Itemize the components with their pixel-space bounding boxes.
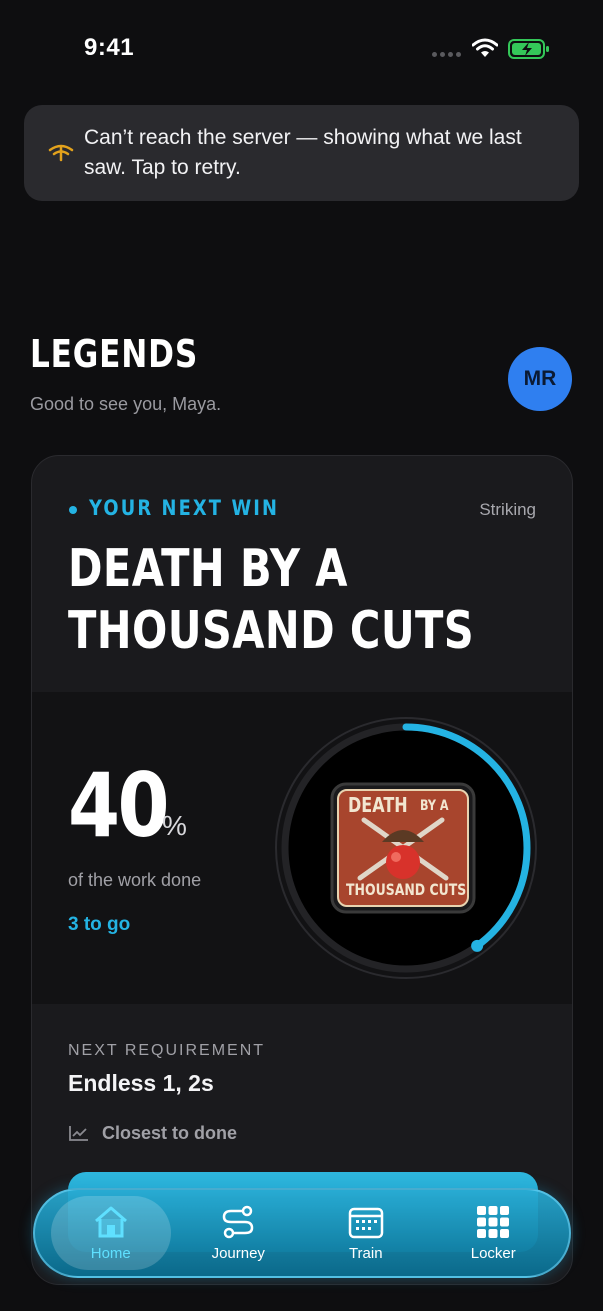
progress-section: 40 % of the work done 3 to go bbox=[32, 692, 572, 1004]
requirement-value: Endless 1, 2s bbox=[68, 1070, 214, 1096]
next-win-card[interactable]: YOUR NEXT WIN Striking DEATH BY A THOUSA… bbox=[31, 455, 573, 1285]
tab-journey-label: Journey bbox=[211, 1244, 265, 1262]
tab-locker-label: Locker bbox=[470, 1244, 516, 1262]
goal-title: DEATH BY A THOUSAND CUTS bbox=[68, 539, 475, 661]
greeting-text: Good to see you, Maya. bbox=[30, 394, 222, 414]
cellular-signal-icon bbox=[432, 52, 462, 57]
requirement-label: NEXT REQUIREMENT bbox=[68, 1042, 266, 1059]
badge-bottom-text: THOUSAND CUTS bbox=[346, 880, 467, 899]
avatar[interactable]: MR bbox=[508, 347, 572, 411]
badge-by-text: BY A bbox=[420, 798, 449, 814]
status-time: 9:41 bbox=[84, 34, 135, 61]
battery-charging-icon bbox=[508, 39, 549, 59]
grid-icon bbox=[477, 1205, 510, 1238]
tab-journey[interactable]: Journey bbox=[178, 1196, 298, 1270]
wifi-icon bbox=[472, 38, 498, 57]
progress-percent: 40 bbox=[68, 754, 170, 857]
tab-home[interactable]: Home bbox=[50, 1196, 171, 1270]
progress-caption: of the work done bbox=[68, 870, 202, 890]
progress-ring-knob bbox=[471, 939, 484, 952]
wifi-off-warning-icon bbox=[48, 144, 74, 162]
status-bar: 9:41 bbox=[0, 0, 603, 90]
tab-train-label: Train bbox=[348, 1244, 383, 1262]
remaining-count: 3 to go bbox=[68, 914, 131, 935]
eyebrow-label: YOUR NEXT WIN bbox=[89, 496, 280, 520]
closest-to-done-hint: Closest to done bbox=[102, 1123, 238, 1143]
tab-home-label: Home bbox=[90, 1244, 131, 1262]
tab-bar: Home Journey Train Locker bbox=[33, 1188, 571, 1278]
tab-locker[interactable]: Locker bbox=[433, 1196, 553, 1270]
category-label: Striking bbox=[479, 500, 536, 519]
tab-train[interactable]: Train bbox=[306, 1196, 426, 1270]
eyebrow-dot-icon bbox=[69, 506, 77, 514]
app-brand-title: LEGENDS bbox=[30, 332, 199, 376]
home-icon bbox=[94, 1206, 127, 1237]
trend-chart-icon bbox=[69, 1126, 88, 1141]
progress-percent-sign: % bbox=[162, 810, 187, 841]
badge-top-text: DEATH bbox=[348, 793, 408, 817]
journey-icon bbox=[222, 1205, 254, 1238]
offline-banner-message[interactable]: Can’t reach the server — showing what we… bbox=[84, 123, 554, 183]
calendar-icon bbox=[348, 1207, 383, 1238]
